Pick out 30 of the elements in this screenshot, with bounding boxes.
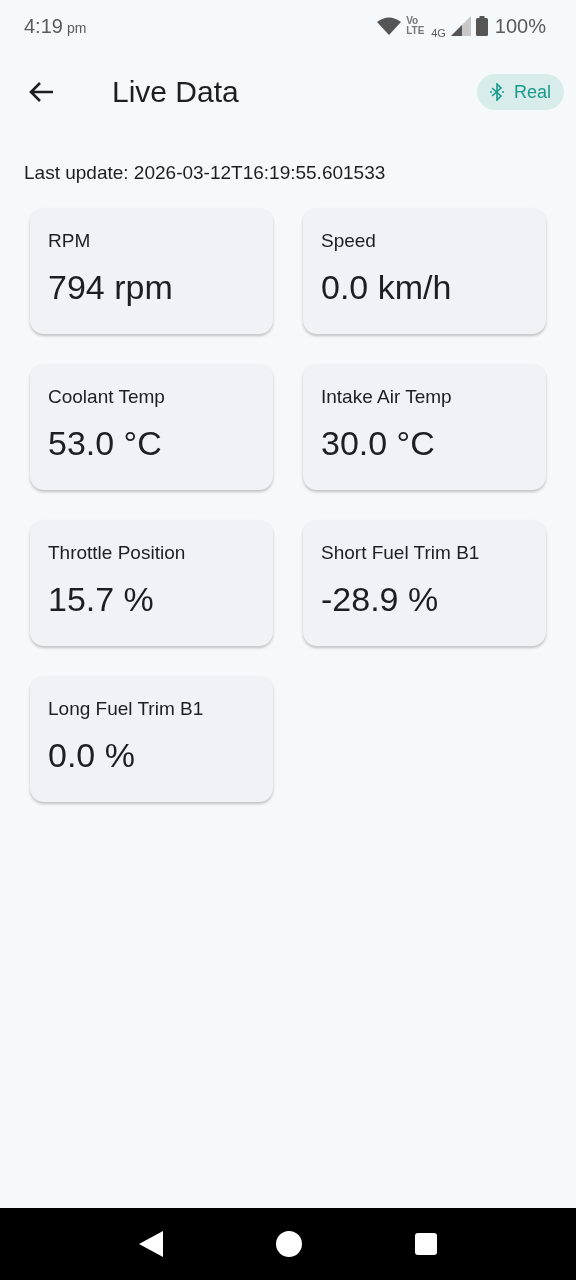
- metric-value: -28.9 %: [321, 580, 440, 619]
- metric-value: 0.0 km/h: [321, 268, 453, 307]
- status-ampm: pm: [66, 19, 87, 36]
- recents-nav-icon[interactable]: [415, 1233, 438, 1255]
- metric-label: RPM: [48, 230, 92, 252]
- status-time: 4:19: [24, 14, 63, 38]
- back-nav-icon[interactable]: [138, 1231, 163, 1257]
- metric-label: Throttle Position: [48, 542, 187, 564]
- metric-label: Intake Air Temp: [321, 386, 453, 408]
- metric-label: Speed: [321, 230, 377, 252]
- volte-label: Vo LTE: [406, 16, 426, 36]
- metric-label: Short Fuel Trim B1: [321, 542, 481, 564]
- metric-value: 794 rpm: [48, 268, 174, 307]
- mode-chip[interactable]: Real: [476, 74, 564, 110]
- battery-icon: [475, 16, 488, 36]
- metric-value: 0.0 %: [48, 736, 136, 775]
- metric-value: 53.0 °C: [48, 424, 163, 463]
- battery-percent: 100%: [494, 14, 546, 38]
- back-arrow-icon: [28, 81, 54, 103]
- bluetooth-icon: [489, 83, 504, 101]
- metric-value: 15.7 %: [48, 580, 155, 619]
- last-update-text: Last update: 2026-03-12T16:19:55.601533: [23, 161, 387, 185]
- network-label: 4G: [431, 27, 446, 39]
- screen-title: Live Data: [112, 75, 240, 109]
- home-nav-icon[interactable]: [276, 1231, 302, 1257]
- metric-value: 30.0 °C: [321, 424, 436, 463]
- signal-icon: [450, 16, 471, 36]
- metric-label: Coolant Temp: [48, 386, 166, 408]
- metric-label: Long Fuel Trim B1: [48, 698, 205, 720]
- wifi-icon: [377, 17, 402, 35]
